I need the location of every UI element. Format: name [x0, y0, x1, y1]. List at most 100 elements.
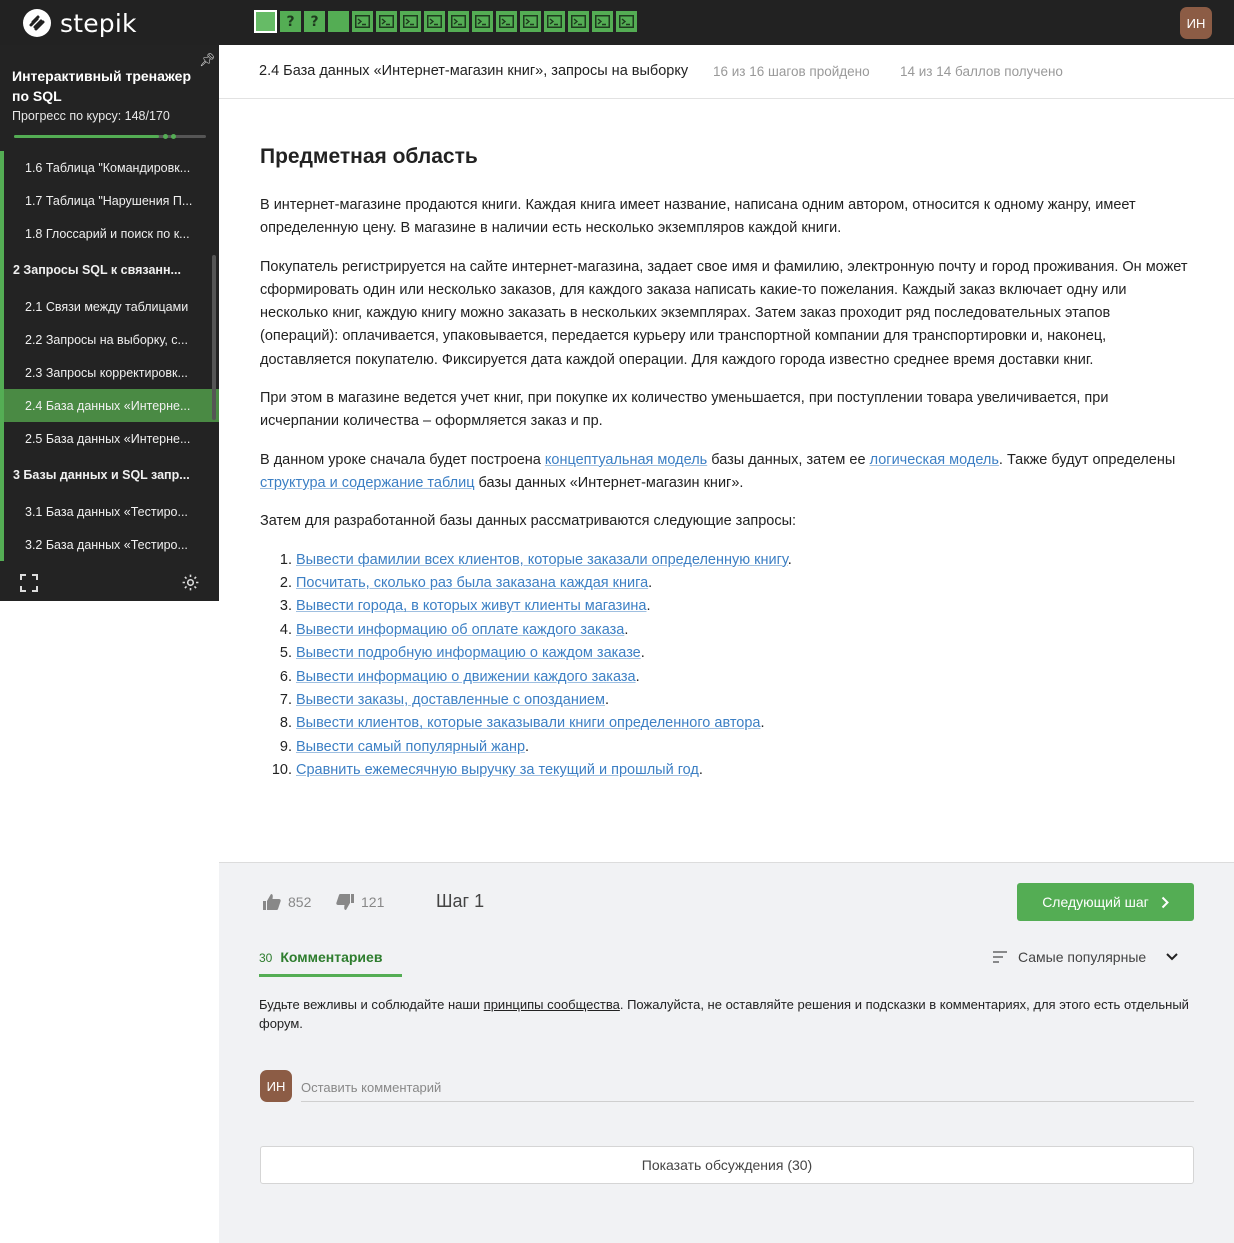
- code-step-icon: [523, 15, 538, 28]
- sidebar-item-label: 1.8 Глоссарий и поиск по к...: [25, 226, 190, 241]
- points-progress: 14 из 14 баллов получено: [900, 64, 1063, 79]
- query-link[interactable]: Вывести самый популярный жанр: [296, 739, 525, 755]
- sidebar-scrollbar[interactable]: [212, 255, 216, 420]
- sidebar-lesson[interactable]: 1.7 Таблица "Нарушения П...: [0, 184, 219, 217]
- link-table-structure[interactable]: структура и содержание таблиц: [260, 475, 475, 491]
- step-3[interactable]: ?: [304, 11, 325, 32]
- progress-label: Прогресс по курсу:: [12, 109, 122, 123]
- query-link[interactable]: Вывести подробную информацию о каждом за…: [296, 645, 641, 661]
- comment-input[interactable]: [301, 1073, 1194, 1102]
- step-13[interactable]: [544, 11, 565, 32]
- query-item: Вывести клиентов, которые заказывали кни…: [296, 712, 1190, 735]
- comments-count: 30: [259, 951, 273, 965]
- comments-sort-dropdown[interactable]: Самые популярные: [992, 949, 1180, 965]
- community-principles-link[interactable]: принципы сообщества: [484, 997, 620, 1012]
- sidebar-bottom-bar: [0, 566, 219, 601]
- step-6[interactable]: [376, 11, 397, 32]
- sidebar-item-label: 3 Базы данных и SQL запр...: [13, 468, 190, 482]
- code-step-icon: [595, 15, 610, 28]
- step-number: Шаг 1: [436, 891, 485, 911]
- active-tab-underline: [259, 974, 402, 977]
- step-12[interactable]: [520, 11, 541, 32]
- sidebar-lesson[interactable]: 2.5 База данных «Интерне...: [0, 422, 219, 455]
- step-7[interactable]: [400, 11, 421, 32]
- query-link[interactable]: Сравнить ежемесячную выручку за текущий …: [296, 762, 699, 778]
- gear-icon[interactable]: [181, 573, 200, 592]
- sidebar-lesson[interactable]: 1.6 Таблица "Командировк...: [0, 151, 219, 184]
- query-item: Вывести заказы, доставленные с опоздание…: [296, 689, 1190, 712]
- step-2[interactable]: ?: [280, 11, 301, 32]
- next-step-button[interactable]: Следующий шаг: [1017, 883, 1194, 921]
- sidebar-lesson[interactable]: 1.8 Глоссарий и поиск по к...: [0, 217, 219, 250]
- step-5[interactable]: [352, 11, 373, 32]
- tab-comments[interactable]: 30 Комментариев: [259, 949, 382, 965]
- thumbs-up-icon: [263, 894, 281, 910]
- sidebar-item-label: 2 Запросы SQL к связанн...: [13, 263, 181, 277]
- community-rules-notice: Будьте вежливы и соблюдайте наши принцип…: [259, 997, 1189, 1031]
- paragraph-customers: Покупатель регистрируется на сайте интер…: [260, 258, 1188, 368]
- query-link[interactable]: Вывести информацию о движении каждого за…: [296, 669, 636, 685]
- step-14[interactable]: [568, 11, 589, 32]
- paragraph-lesson-plan: В данном уроке сначала будет построена к…: [260, 451, 1176, 491]
- query-link[interactable]: Вывести информацию об оплате каждого зак…: [296, 622, 624, 638]
- query-link[interactable]: Вывести города, в которых живут клиенты …: [296, 598, 647, 614]
- step-8[interactable]: [424, 11, 445, 32]
- query-link[interactable]: Вывести фамилии всех клиентов, которые з…: [296, 552, 788, 568]
- chevron-right-icon: [1161, 896, 1169, 908]
- course-progress-text: Прогресс по курсу: 148/170: [12, 109, 170, 123]
- sidebar-section[interactable]: 2 Запросы SQL к связанн...: [0, 250, 219, 290]
- query-item: Вывести подробную информацию о каждом за…: [296, 642, 1190, 665]
- step-1[interactable]: [254, 10, 277, 33]
- course-title[interactable]: Интерактивный тренажер по SQL: [12, 66, 202, 106]
- fullscreen-icon[interactable]: [20, 574, 38, 592]
- dislike-button[interactable]: 121: [335, 893, 384, 911]
- stepik-wordmark: stepik: [60, 8, 137, 38]
- sidebar-lesson[interactable]: 3.1 База данных «Тестиро...: [0, 495, 219, 528]
- steps-progress: 16 из 16 шагов пройдено: [713, 64, 870, 79]
- stepik-logo-icon: [23, 9, 51, 37]
- code-step-icon: [427, 15, 442, 28]
- step-navigator: ??: [254, 10, 637, 33]
- sidebar-lesson[interactable]: 2.1 Связи между таблицами: [0, 290, 219, 323]
- sidebar-lesson[interactable]: 2.3 Запросы корректировк...: [0, 356, 219, 389]
- show-discussions-button[interactable]: Показать обсуждения (30): [260, 1146, 1194, 1184]
- sidebar-lesson[interactable]: 3.2 База данных «Тестиро...: [0, 528, 219, 561]
- step-9[interactable]: [448, 11, 469, 32]
- link-logical-model[interactable]: логическая модель: [870, 452, 999, 468]
- sidebar-lesson[interactable]: 2.4 База данных «Интерне...: [0, 389, 219, 422]
- like-button[interactable]: 852: [262, 893, 311, 911]
- code-step-icon: [451, 15, 466, 28]
- query-link[interactable]: Вывести заказы, доставленные с опоздание…: [296, 692, 605, 708]
- query-item: Посчитать, сколько раз была заказана каж…: [296, 572, 1190, 595]
- sidebar-item-label: 3.2 База данных «Тестиро...: [25, 537, 188, 552]
- comment-user-avatar: ИН: [260, 1070, 292, 1102]
- sidebar-lesson[interactable]: 2.2 Запросы на выборку, с...: [0, 323, 219, 356]
- step-11[interactable]: [496, 11, 517, 32]
- query-link[interactable]: Посчитать, сколько раз была заказана каж…: [296, 575, 648, 591]
- query-link[interactable]: Вывести клиентов, которые заказывали кни…: [296, 715, 761, 731]
- user-avatar[interactable]: ИН: [1180, 7, 1212, 39]
- queries-list: Вывести фамилии всех клиентов, которые з…: [260, 549, 1190, 783]
- paragraph-queries-intro: Затем для разработанной базы данных расс…: [260, 513, 797, 530]
- step-10[interactable]: [472, 11, 493, 32]
- step-15[interactable]: [592, 11, 613, 32]
- lesson-list: 1.6 Таблица "Командировк... 1.7 Таблица "…: [0, 151, 219, 561]
- query-item: Вывести информацию о движении каждого за…: [296, 666, 1190, 689]
- course-progress-fill: [14, 135, 159, 138]
- query-item: Вывести города, в которых живут клиенты …: [296, 595, 1190, 618]
- code-step-icon: [619, 15, 634, 28]
- step-4[interactable]: [328, 11, 349, 32]
- query-item: Вывести самый популярный жанр.: [296, 736, 1190, 759]
- code-step-icon: [355, 15, 370, 28]
- sidebar-section[interactable]: 3 Базы данных и SQL запр...: [0, 455, 219, 495]
- sort-label: Самые популярные: [1018, 949, 1147, 965]
- step-16[interactable]: [616, 11, 637, 32]
- progress-value: 148/170: [124, 109, 170, 123]
- link-conceptual-model[interactable]: концептуальная модель: [545, 452, 707, 468]
- sidebar-item-label: 2.4 База данных «Интерне...: [25, 398, 191, 413]
- code-step-icon: [403, 15, 418, 28]
- paragraph-books: В интернет-магазине продаются книги. Каж…: [260, 197, 1136, 237]
- thumbs-down-icon: [336, 894, 354, 910]
- step-footer: 852 121 Шаг 1 Следующий шаг 30 Комментар…: [219, 862, 1234, 1243]
- stepik-logo[interactable]: stepik: [22, 8, 137, 38]
